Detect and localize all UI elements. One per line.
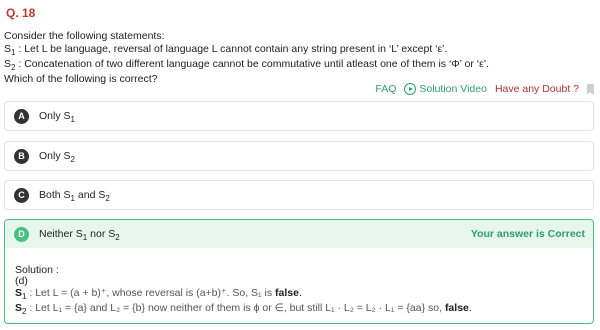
solution-s1-text: : Let L = (a + b)⁺, whose reversal is (a… (26, 287, 276, 299)
option-c-letter: C (14, 188, 29, 203)
option-a[interactable]: A Only S1 (4, 101, 594, 131)
statement-s2: S2 : Concatenation of two different lang… (4, 58, 489, 72)
option-d-t2: nor S (87, 228, 116, 240)
option-b-t1: Only S (39, 150, 71, 162)
solution-line-s1: S1 : Let L = (a + b)⁺, whose reversal is… (15, 287, 302, 301)
solution-s1-end: . (298, 287, 302, 299)
option-d-t1: Neither S (39, 228, 83, 240)
question-prompt: Which of the following is correct? (4, 73, 158, 85)
option-c-text: Both S1 and S2 (39, 189, 110, 203)
option-d-s2: 2 (115, 233, 120, 243)
option-d-letter: D (14, 227, 29, 242)
option-a-s1: 1 (70, 115, 75, 125)
statement-s1-label: S (4, 43, 12, 55)
option-a-letter: A (14, 109, 29, 124)
option-c-t1: Both S (39, 189, 71, 201)
answer-status: Your answer is Correct (470, 228, 585, 240)
solution-s2-text: : Let L₁ = {a} and L₂ = {b} now neither … (26, 302, 445, 314)
option-c[interactable]: C Both S1 and S2 (4, 180, 594, 210)
statement-s2-text: : Concatenation of two different languag… (15, 58, 490, 70)
option-a-text: Only S1 (39, 110, 75, 124)
solution-s1-label: S (15, 287, 23, 299)
doubt-link[interactable]: Have any Doubt ? (495, 83, 579, 95)
question-number: Q. 18 (6, 6, 36, 20)
option-d-header: D Neither S1 nor S2 Your answer is Corre… (5, 220, 593, 248)
option-a-t1: Only S (39, 110, 71, 122)
option-c-s2: 2 (105, 194, 110, 204)
solution-answer: (d) (15, 275, 28, 287)
statement-s1-text: : Let L be language, reversal of languag… (15, 43, 448, 55)
option-c-t2: and S (74, 189, 106, 201)
solution-s2-end: . (468, 302, 472, 314)
option-b-letter: B (14, 149, 29, 164)
solution-video-label: Solution Video (419, 83, 487, 95)
option-b-text: Only S2 (39, 150, 75, 164)
option-d-text: Neither S1 nor S2 (39, 228, 120, 242)
solution-line-s2: S2 : Let L₁ = {a} and L₂ = {b} now neith… (15, 302, 472, 316)
option-d-correct[interactable]: D Neither S1 nor S2 Your answer is Corre… (4, 219, 594, 324)
play-icon (404, 83, 417, 95)
bookmark-icon[interactable] (587, 84, 594, 95)
question-toolbar: FAQ Solution Video Have any Doubt ? (375, 83, 594, 95)
solution-video-link[interactable]: Solution Video (404, 83, 487, 95)
statement-s1: S1 : Let L be language, reversal of lang… (4, 43, 447, 57)
option-b-s1: 2 (70, 155, 75, 165)
question-intro: Consider the following statements: (4, 30, 165, 42)
solution-s2-label: S (15, 302, 23, 314)
option-b[interactable]: B Only S2 (4, 141, 594, 171)
solution-s1-bold: false (275, 287, 299, 299)
solution-s2-bold: false (444, 302, 469, 314)
statement-s2-label: S (4, 58, 12, 70)
faq-link[interactable]: FAQ (375, 83, 396, 95)
